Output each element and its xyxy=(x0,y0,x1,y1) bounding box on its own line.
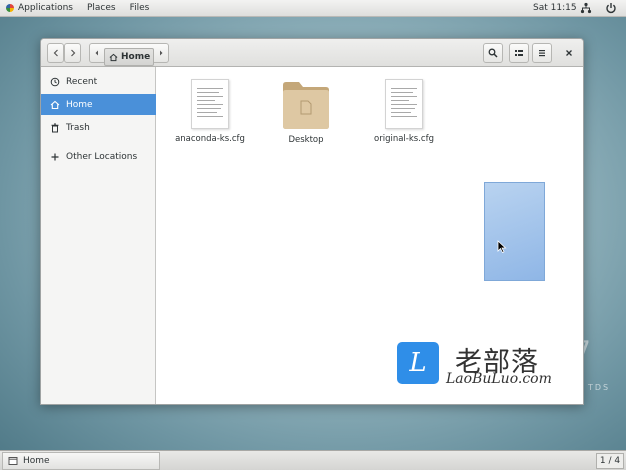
header-bar: Home xyxy=(41,39,583,67)
rubber-band-selection xyxy=(484,182,545,281)
file-item[interactable]: original-ks.cfg xyxy=(364,79,444,144)
path-bar: Home xyxy=(89,43,169,66)
sidebar: Recent Home Trash Other Locations xyxy=(41,67,156,404)
search-icon xyxy=(488,48,498,58)
chevron-left-icon xyxy=(53,49,58,57)
places-label: Places xyxy=(86,3,116,13)
menu-button[interactable] xyxy=(532,43,552,63)
network-icon[interactable] xyxy=(580,2,592,14)
power-icon[interactable] xyxy=(605,2,617,14)
taskbar-window-button[interactable]: Home xyxy=(2,452,160,470)
sidebar-item-label: Home xyxy=(66,99,93,110)
chevron-right-icon xyxy=(70,49,75,57)
clock[interactable]: Sat 11:15 xyxy=(533,3,577,13)
plus-icon xyxy=(51,153,59,160)
home-icon xyxy=(50,100,60,109)
forward-button[interactable] xyxy=(64,43,81,63)
bottom-panel: Home 1 / 4 xyxy=(0,450,626,470)
path-right-arrow-icon xyxy=(160,50,163,56)
applications-label: Applications xyxy=(18,3,73,13)
view-mode-button[interactable] xyxy=(509,43,529,63)
sidebar-item-home[interactable]: Home xyxy=(41,94,156,115)
desktop-decor-text: TDS xyxy=(588,383,611,392)
trash-icon xyxy=(51,123,59,132)
file-item[interactable]: anaconda-ks.cfg xyxy=(170,79,250,144)
watermark-logo-letter: L xyxy=(409,348,427,378)
sidebar-item-other-locations[interactable]: Other Locations xyxy=(41,146,156,167)
clock-icon xyxy=(50,77,60,86)
hamburger-icon xyxy=(539,50,545,57)
folder-icon xyxy=(283,82,329,129)
search-button[interactable] xyxy=(483,43,503,63)
close-button[interactable] xyxy=(562,46,576,60)
back-button[interactable] xyxy=(47,43,64,63)
breadcrumb-home[interactable]: Home xyxy=(104,48,154,66)
sidebar-item-label: Other Locations xyxy=(66,151,138,162)
close-icon xyxy=(566,50,572,56)
watermark-text-en: LaoBuLuo.com xyxy=(446,371,552,387)
mouse-cursor-icon xyxy=(497,240,507,254)
breadcrumb-home-label: Home xyxy=(121,52,151,62)
sidebar-item-label: Recent xyxy=(66,76,98,87)
top-panel: Applications Places Files Sat 11:15 xyxy=(0,0,626,17)
taskbar-window-label: Home xyxy=(23,456,50,466)
sidebar-item-label: Trash xyxy=(66,122,90,133)
list-view-icon xyxy=(515,50,523,56)
path-left-arrow-icon xyxy=(95,50,98,56)
document-icon xyxy=(385,79,423,129)
folder-item[interactable]: Desktop xyxy=(266,79,346,145)
watermark-logo: L xyxy=(397,342,439,384)
file-name: original-ks.cfg xyxy=(374,134,434,144)
workspace-label: 1 / 4 xyxy=(599,456,621,466)
workspace-indicator[interactable]: 1 / 4 xyxy=(596,453,624,469)
window-icon xyxy=(8,457,18,465)
document-icon xyxy=(191,79,229,129)
home-icon xyxy=(109,53,118,61)
files-menu[interactable]: Files xyxy=(130,3,150,13)
sidebar-item-trash[interactable]: Trash xyxy=(41,117,156,138)
file-name: Desktop xyxy=(288,135,324,145)
files-label: Files xyxy=(129,3,150,13)
places-menu[interactable]: Places xyxy=(87,3,116,13)
sidebar-item-recent[interactable]: Recent xyxy=(41,71,156,92)
applications-icon xyxy=(6,4,14,12)
file-name: anaconda-ks.cfg xyxy=(175,134,245,144)
applications-menu[interactable]: Applications xyxy=(6,3,73,13)
